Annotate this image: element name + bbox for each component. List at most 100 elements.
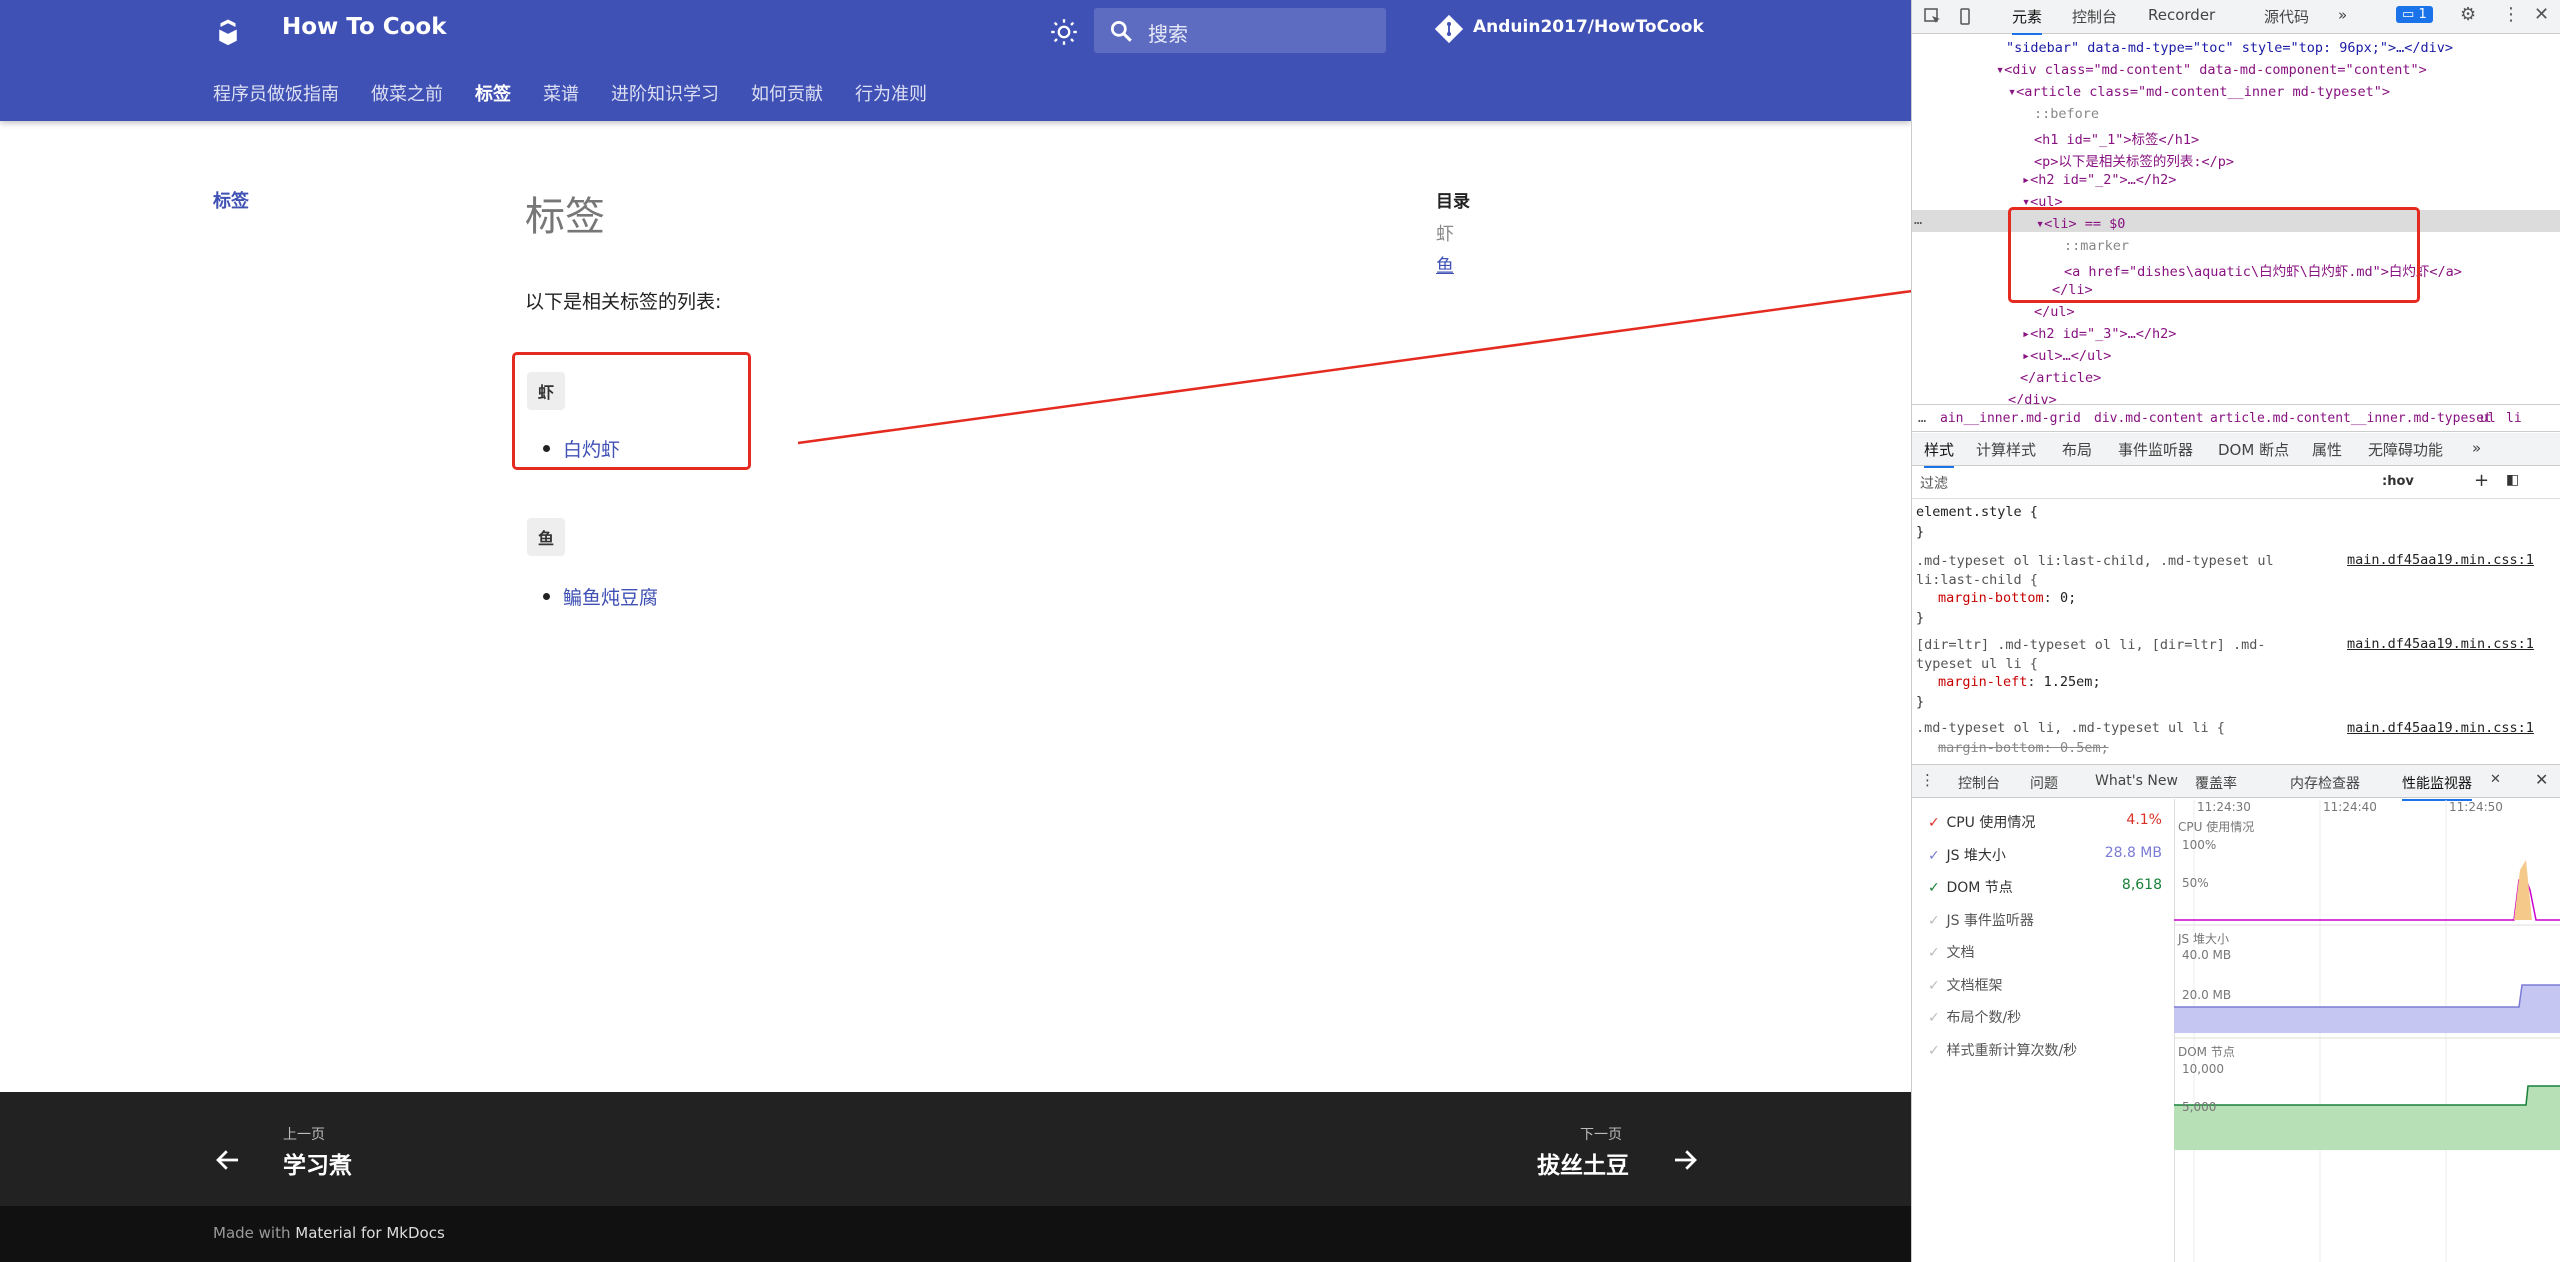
tab-computed[interactable]: 计算样式 <box>1976 439 2036 460</box>
perf-chart <box>2174 800 2560 1262</box>
tab-contribute[interactable]: 如何贡献 <box>751 80 823 106</box>
metric-row[interactable]: ✓ 文档 <box>1928 942 1974 962</box>
sidebar-item-tags[interactable]: 标签 <box>213 187 249 213</box>
tab-styles[interactable]: 样式 <box>1924 439 1955 468</box>
metric-row[interactable]: ✓ 文档框架 <box>1928 975 2002 995</box>
drawer-tab-console[interactable]: 控制台 <box>1958 773 2000 793</box>
more-tabs-icon[interactable]: » <box>2338 6 2347 24</box>
breadcrumb-item[interactable]: article.md-content__inner.md-typeset <box>2210 411 2492 426</box>
devtools-panel: 元素 控制台 Recorder 源代码 » ▭ 1 ⚙ ⋮ ✕ … "sideb… <box>1911 0 2560 1262</box>
rule-source-link[interactable]: main.df45aa19.min.css:1 <box>2347 720 2534 736</box>
metric-row[interactable]: ✓ 布局个数/秒 <box>1928 1007 2021 1027</box>
rule-selector[interactable]: element.style { <box>1916 504 2038 520</box>
rule-selector[interactable]: .md-typeset ol li, .md-typeset ul li { <box>1916 720 2225 736</box>
metric-row[interactable]: ✓ 样式重新计算次数/秒 <box>1928 1040 2077 1060</box>
row-menu-icon[interactable]: … <box>1914 212 1922 228</box>
dom-line[interactable]: ▸<h2 id="_3">…</h2> <box>2022 326 2176 342</box>
tab-event-listeners[interactable]: 事件监听器 <box>2118 439 2193 460</box>
logo-icon[interactable] <box>213 17 243 47</box>
dom-line[interactable]: <h1 id="_1">标签</h1> <box>2034 128 2199 148</box>
tab-elements[interactable]: 元素 <box>2012 6 2043 35</box>
rule-declaration[interactable]: margin-left: 1.25em; <box>1938 674 2101 690</box>
close-tab-icon[interactable]: ✕ <box>2490 772 2501 787</box>
rule-close: } <box>1916 524 1925 540</box>
filter-input[interactable]: 过滤 <box>1920 473 1948 493</box>
tab-recipes[interactable]: 菜谱 <box>543 80 579 106</box>
checkbox-icon[interactable]: ✓ <box>1928 978 1942 994</box>
metric-row[interactable]: ✓ JS 事件监听器 <box>1928 910 2034 930</box>
drawer-menu-icon[interactable]: ⋮ <box>1920 771 1935 789</box>
rule-selector[interactable]: [dir=ltr] .md-typeset ol li, [dir=ltr] .… <box>1916 636 2286 674</box>
tab-before-cooking[interactable]: 做菜之前 <box>371 80 443 106</box>
issues-badge[interactable]: ▭ 1 <box>2396 6 2433 23</box>
cpu-graph-label: CPU 使用情况 <box>2178 820 2255 834</box>
sidebar-toggle-icon[interactable]: ◧ <box>2506 472 2519 488</box>
next-page-link[interactable]: 拔丝土豆 <box>1537 1146 1629 1180</box>
cpu-tick: 50% <box>2182 876 2209 890</box>
dom-line[interactable]: ▸<ul>…</ul> <box>2022 348 2111 364</box>
prev-page-link[interactable]: 学习煮 <box>283 1146 352 1180</box>
rule-selector[interactable]: .md-typeset ol li:last-child, .md-typese… <box>1916 552 2286 590</box>
gear-icon[interactable]: ⚙ <box>2460 4 2476 25</box>
arrow-right-icon[interactable] <box>1670 1145 1700 1175</box>
git-icon[interactable] <box>1434 14 1464 44</box>
toc-item-shrimp[interactable]: 虾 <box>1436 220 1454 246</box>
dom-line[interactable]: ▾<article class="md-content__inner md-ty… <box>2008 84 2390 100</box>
breadcrumb-more[interactable]: … <box>1918 410 1926 426</box>
kebab-menu-icon[interactable]: ⋮ <box>2502 4 2520 25</box>
checkbox-icon[interactable]: ✓ <box>1928 1010 1942 1026</box>
more-tabs-icon[interactable]: » <box>2472 439 2481 457</box>
tab-accessibility[interactable]: 无障碍功能 <box>2368 439 2443 460</box>
rule-source-link[interactable]: main.df45aa19.min.css:1 <box>2347 636 2534 652</box>
repo-link[interactable]: Anduin2017/HowToCook <box>1473 17 1704 37</box>
tab-code-of-conduct[interactable]: 行为准则 <box>855 80 927 106</box>
breadcrumb-item[interactable]: div.md-content <box>2094 411 2204 426</box>
drawer-tab-memory-inspector[interactable]: 内存检查器 <box>2290 773 2360 793</box>
drawer-tab-issues[interactable]: 问题 <box>2030 773 2058 793</box>
search-icon <box>1110 20 1132 42</box>
arrow-left-icon[interactable] <box>213 1145 243 1175</box>
tab-recorder[interactable]: Recorder <box>2148 6 2215 24</box>
tab-guide[interactable]: 程序员做饭指南 <box>213 80 339 106</box>
drawer-tab-whats-new[interactable]: What's New <box>2095 773 2178 789</box>
tab-advanced[interactable]: 进阶知识学习 <box>611 80 719 106</box>
inspect-icon[interactable] <box>1924 8 1942 26</box>
theme-toggle-icon[interactable] <box>1050 18 1078 46</box>
checkbox-icon[interactable]: ✓ <box>1928 1043 1942 1059</box>
tab-properties[interactable]: 属性 <box>2312 439 2342 460</box>
breadcrumb-item[interactable]: li <box>2506 411 2522 426</box>
tab-sources[interactable]: 源代码 <box>2264 6 2309 27</box>
breadcrumb-item[interactable]: ain__inner.md-grid <box>1940 411 2081 426</box>
rule-declaration[interactable]: margin-bottom: 0; <box>1938 590 2076 606</box>
add-rule-icon[interactable]: + <box>2474 470 2489 491</box>
rule-declaration-overridden[interactable]: margin-bottom: 0.5em; <box>1938 740 2109 756</box>
checkbox-icon[interactable]: ✓ <box>1928 913 1942 929</box>
dom-line[interactable]: </ul> <box>2034 304 2075 320</box>
close-drawer-icon[interactable]: ✕ <box>2535 770 2548 789</box>
dom-line[interactable]: ::before <box>2034 106 2099 122</box>
drawer-tab-coverage[interactable]: 覆盖率 <box>2195 773 2237 793</box>
dom-line[interactable]: </article> <box>2020 370 2101 386</box>
recipe-link[interactable]: 鳊鱼炖豆腐 <box>542 583 658 610</box>
hov-toggle[interactable]: :hov <box>2382 474 2414 489</box>
close-icon[interactable]: ✕ <box>2534 4 2549 25</box>
dom-line[interactable]: ▸<h2 id="_2">…</h2> <box>2022 172 2176 188</box>
search-input[interactable]: 搜索 <box>1094 8 1386 53</box>
device-toggle-icon[interactable] <box>1956 8 1974 26</box>
tab-layout[interactable]: 布局 <box>2062 439 2092 460</box>
drawer-tabbar: ⋮ 控制台 问题 What's New 覆盖率 内存检查器 性能监视器 ✕ ✕ <box>1912 764 2560 801</box>
drawer-tab-performance-monitor[interactable]: 性能监视器 <box>2402 773 2472 801</box>
site-name[interactable]: How To Cook <box>282 14 447 40</box>
dom-line[interactable]: ▾<div class="md-content" data-md-compone… <box>1996 62 2427 78</box>
dom-line[interactable]: "sidebar" data-md-type="toc" style="top:… <box>2006 40 2453 56</box>
mkdocs-link[interactable]: Material for MkDocs <box>295 1224 445 1242</box>
dom-line[interactable]: <p>以下是相关标签的列表:</p> <box>2034 150 2234 170</box>
made-with-text: Made with <box>213 1224 291 1242</box>
breadcrumb-item[interactable]: ul <box>2480 411 2496 426</box>
tab-dom-breakpoints[interactable]: DOM 断点 <box>2218 439 2289 460</box>
tab-console[interactable]: 控制台 <box>2072 6 2117 27</box>
site-header: How To Cook 搜索 Anduin2017/HowToCook 程序员做… <box>0 0 1911 121</box>
tab-tags[interactable]: 标签 <box>475 80 511 106</box>
rule-source-link[interactable]: main.df45aa19.min.css:1 <box>2347 552 2534 568</box>
checkbox-icon[interactable]: ✓ <box>1928 945 1942 961</box>
